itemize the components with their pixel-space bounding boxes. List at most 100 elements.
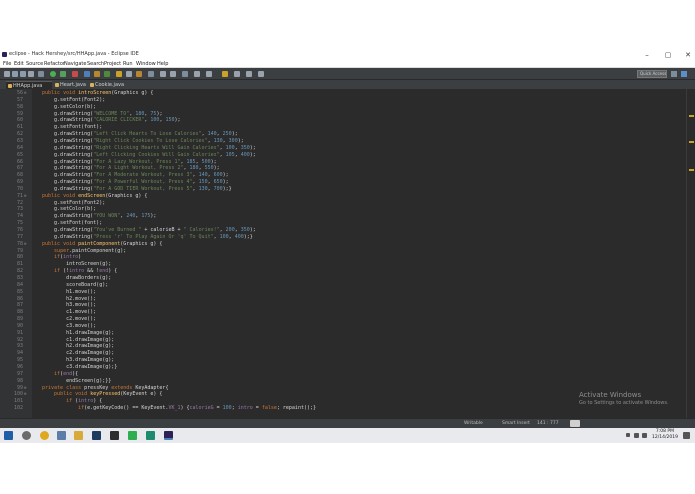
file-explorer-icon[interactable] bbox=[74, 431, 83, 440]
fold-toggle-icon[interactable]: ⊖ bbox=[24, 391, 26, 398]
code-line[interactable]: 58 g.setColor(b); bbox=[0, 104, 686, 111]
code-line[interactable]: 90 c3.move(); bbox=[0, 323, 686, 330]
run-icon[interactable] bbox=[50, 71, 56, 77]
code-line[interactable]: 76 g.drawString("You've Burned " + calor… bbox=[0, 227, 686, 234]
history-forward-icon[interactable] bbox=[258, 71, 264, 77]
code-line[interactable]: 62 g.drawString("Left Click Hearts To Lo… bbox=[0, 131, 686, 138]
pin-editor-icon[interactable] bbox=[194, 71, 200, 77]
code-line[interactable]: 75 g.setFont(font); bbox=[0, 220, 686, 227]
menu-file[interactable]: File bbox=[3, 61, 11, 68]
new-icon[interactable] bbox=[4, 71, 10, 77]
code-line[interactable]: 71 ⊖ public void endScreen(Graphics g) { bbox=[0, 193, 686, 200]
quick-access-field[interactable]: Quick Access bbox=[637, 70, 667, 78]
close-button[interactable]: ✕ bbox=[681, 50, 695, 61]
menu-search[interactable]: Search bbox=[87, 61, 104, 68]
search-icon[interactable] bbox=[22, 431, 31, 440]
eclipse-icon[interactable] bbox=[164, 431, 173, 440]
code-line[interactable]: 92 c1.drawImage(g); bbox=[0, 337, 686, 344]
minimize-button[interactable]: – bbox=[640, 50, 654, 61]
fold-toggle-icon[interactable]: ⊖ bbox=[24, 385, 26, 392]
app-icon[interactable] bbox=[146, 431, 155, 440]
code-line[interactable]: 84 scoreBoard(g); bbox=[0, 282, 686, 289]
spotify-icon[interactable] bbox=[128, 431, 137, 440]
code-line[interactable]: 66 g.drawString("For A Lazy Workout, Pre… bbox=[0, 159, 686, 166]
code-line[interactable]: 88 c1.move(); bbox=[0, 309, 686, 316]
code-line[interactable]: 87 h3.move(); bbox=[0, 302, 686, 309]
toggle-mark-icon[interactable] bbox=[148, 71, 154, 77]
windows-start-icon[interactable] bbox=[4, 431, 13, 440]
code-line[interactable]: 64 g.drawString("Right Clicking Hearts W… bbox=[0, 145, 686, 152]
code-line[interactable]: 86 h2.move(); bbox=[0, 296, 686, 303]
notifications-icon[interactable] bbox=[683, 432, 690, 439]
code-line[interactable]: 79 super.paintComponent(g); bbox=[0, 248, 686, 255]
print-icon[interactable] bbox=[28, 71, 34, 77]
code-line[interactable]: 85 h1.move(); bbox=[0, 289, 686, 296]
forward-icon[interactable] bbox=[234, 71, 240, 77]
search-icon[interactable] bbox=[126, 71, 132, 77]
back-icon[interactable] bbox=[222, 71, 228, 77]
menu-edit[interactable]: Edit bbox=[14, 61, 24, 68]
network-icon[interactable] bbox=[634, 433, 639, 438]
code-line[interactable]: 59 g.drawString("WELCOME TO", 180, 75); bbox=[0, 111, 686, 118]
code-line[interactable]: 96 c3.drawImage(g);} bbox=[0, 364, 686, 371]
open-perspective-icon[interactable] bbox=[671, 71, 677, 77]
code-line[interactable]: 95 h3.drawImage(g); bbox=[0, 357, 686, 364]
tab-cookie[interactable]: Cookie.java bbox=[88, 81, 124, 89]
menu-help[interactable]: Help bbox=[157, 61, 168, 68]
taskbar-clock[interactable]: 7:08 PM 12/14/2019 bbox=[652, 429, 678, 441]
last-edit-icon[interactable] bbox=[182, 71, 188, 77]
status-icon[interactable] bbox=[570, 420, 580, 427]
code-line[interactable]: 98 endScreen(g);}} bbox=[0, 378, 686, 385]
code-line[interactable]: 77 g.drawString("Press 'r' To Play Again… bbox=[0, 234, 686, 241]
fold-toggle-icon[interactable]: ⊖ bbox=[24, 193, 26, 200]
new-java-project-icon[interactable] bbox=[84, 71, 90, 77]
code-line[interactable]: 60 g.drawString("CALORIE CLICKER", 100, … bbox=[0, 117, 686, 124]
menu-navigate[interactable]: Navigate bbox=[64, 61, 86, 68]
fold-toggle-icon[interactable]: ⊖ bbox=[24, 241, 26, 248]
tray-chevron-icon[interactable] bbox=[626, 433, 630, 437]
code-line[interactable]: 94 c2.drawImage(g); bbox=[0, 350, 686, 357]
open-task-icon[interactable] bbox=[136, 71, 142, 77]
code-line[interactable]: 69 g.drawString("For A Powerful Workout,… bbox=[0, 179, 686, 186]
code-line[interactable]: 72 g.setFont(Font2); bbox=[0, 200, 686, 207]
code-editor[interactable]: 56 ⊖ public void introScreen(Graphics g) {… bbox=[0, 89, 686, 418]
code-line[interactable]: 80 if(intro) bbox=[0, 254, 686, 261]
debug-icon[interactable] bbox=[38, 71, 44, 77]
terminal-icon[interactable] bbox=[110, 431, 119, 440]
code-line[interactable]: 57 g.setFont(Font2); bbox=[0, 97, 686, 104]
overview-ruler[interactable] bbox=[686, 89, 695, 418]
code-line[interactable]: 70 g.drawString("For A GOD TIER Workout,… bbox=[0, 186, 686, 193]
code-line[interactable]: 61 g.setFont(font); bbox=[0, 124, 686, 131]
code-line[interactable]: 91 h1.drawImage(g); bbox=[0, 330, 686, 337]
save-all-icon[interactable] bbox=[20, 71, 26, 77]
menu-project[interactable]: Project bbox=[104, 61, 121, 68]
code-line[interactable]: 102 if(e.getKeyCode() == KeyEvent.VK_1) … bbox=[0, 405, 686, 412]
warning-marker[interactable] bbox=[689, 169, 694, 171]
toggle-breadcrumb-icon[interactable] bbox=[206, 71, 212, 77]
code-line[interactable]: 89 c2.move(); bbox=[0, 316, 686, 323]
fold-toggle-icon[interactable]: ⊖ bbox=[24, 90, 26, 97]
tab-heart[interactable]: Heart.java bbox=[53, 81, 86, 89]
new-class-icon[interactable] bbox=[104, 71, 110, 77]
open-type-icon[interactable] bbox=[116, 71, 122, 77]
chrome-icon[interactable] bbox=[40, 431, 49, 440]
history-back-icon[interactable] bbox=[246, 71, 252, 77]
next-annotation-icon[interactable] bbox=[160, 71, 166, 77]
warning-marker[interactable] bbox=[689, 141, 694, 143]
code-line[interactable]: 73 g.setColor(b); bbox=[0, 206, 686, 213]
menu-refactor[interactable]: Refactor bbox=[44, 61, 65, 68]
code-line[interactable]: 67 g.drawString("For A Light Workout, Pr… bbox=[0, 165, 686, 172]
code-line[interactable]: 74 g.drawString("YOU WON", 240, 175); bbox=[0, 213, 686, 220]
code-line[interactable]: 97 if(end){ bbox=[0, 371, 686, 378]
code-line[interactable]: 81 introScreen(g); bbox=[0, 261, 686, 268]
code-line[interactable]: 83 drawBorders(g); bbox=[0, 275, 686, 282]
code-line[interactable]: 63 g.drawString("Right Click Cookies To … bbox=[0, 138, 686, 145]
warning-marker[interactable] bbox=[689, 115, 694, 117]
new-package-icon[interactable] bbox=[94, 71, 100, 77]
task-view-icon[interactable] bbox=[57, 431, 66, 440]
code-line[interactable]: 82 if (!intro && !end) { bbox=[0, 268, 686, 275]
code-line[interactable]: 56 ⊖ public void introScreen(Graphics g) { bbox=[0, 90, 686, 97]
stop-icon[interactable] bbox=[72, 71, 78, 77]
java-perspective-icon[interactable] bbox=[681, 71, 687, 77]
menu-run[interactable]: Run bbox=[123, 61, 133, 68]
